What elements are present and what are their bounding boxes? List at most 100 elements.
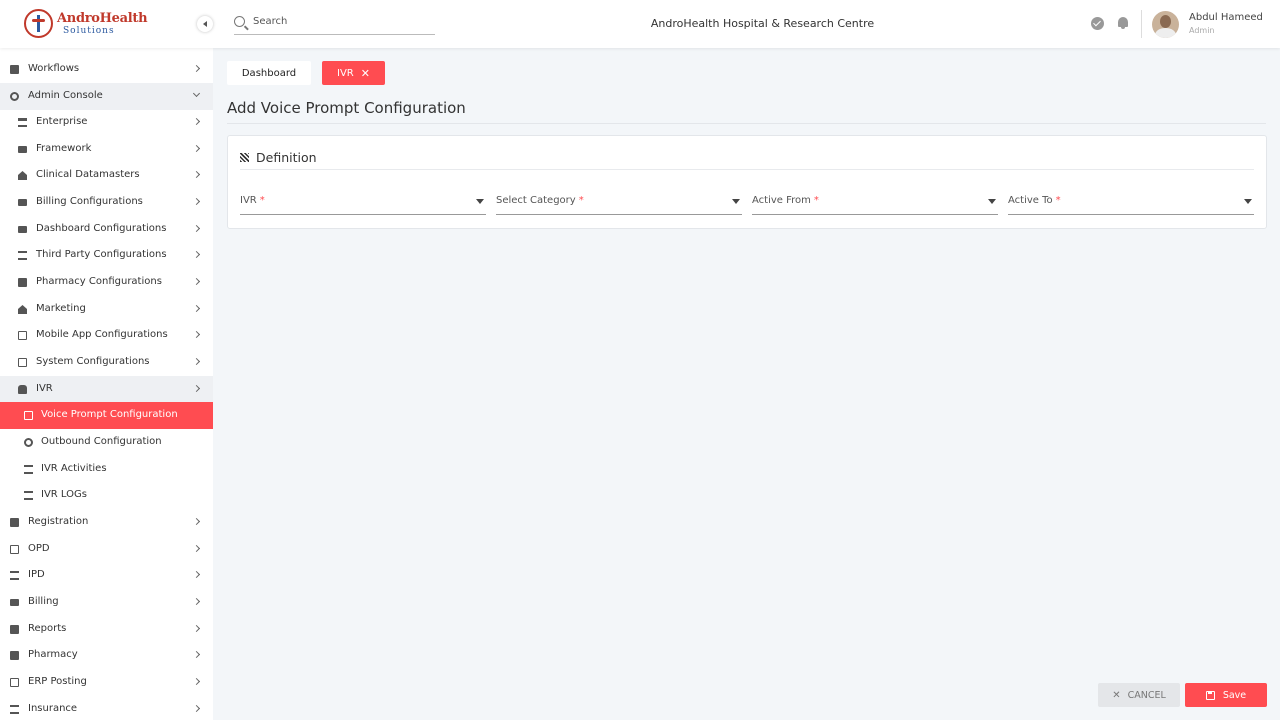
save-icon — [1205, 690, 1215, 700]
chevron-right-icon — [192, 170, 201, 179]
link-icon — [18, 251, 27, 260]
verified-check-icon[interactable] — [1091, 17, 1104, 30]
sidebar-item-insurance[interactable]: Insurance — [0, 696, 213, 720]
cancel-button[interactable]: ✕ CANCEL — [1098, 683, 1180, 707]
caret-down-icon — [988, 199, 996, 204]
chevron-left-icon — [203, 21, 207, 27]
chevron-right-icon — [192, 357, 201, 366]
ivr-select[interactable]: IVR * — [240, 190, 486, 215]
caduceus-logo-icon — [24, 9, 53, 38]
sidebar-item-opd[interactable]: OPD — [0, 536, 213, 563]
close-icon[interactable]: ✕ — [361, 67, 370, 80]
sidebar-item-admin-console[interactable]: Admin Console — [0, 83, 213, 110]
medkit-icon — [10, 651, 19, 660]
sidebar-item-reports[interactable]: Reports — [0, 616, 213, 643]
search-icon — [234, 16, 245, 27]
required-marker: * — [813, 195, 819, 206]
card-icon — [10, 599, 19, 606]
list-icon — [24, 491, 33, 500]
section-title: Definition — [256, 150, 317, 165]
document-icon — [24, 411, 33, 420]
tab-ivr[interactable]: IVR ✕ — [322, 61, 385, 85]
user-role: Admin — [1189, 26, 1215, 35]
chevron-right-icon — [192, 224, 201, 233]
sidebar-item-voice-prompt-configuration[interactable]: Voice Prompt Configuration — [0, 402, 213, 429]
sidebar-item-ivr-logs[interactable]: IVR LOGs — [0, 482, 213, 509]
presentation-icon — [10, 678, 19, 687]
gear-icon — [10, 92, 19, 101]
logo-subtitle: Solutions — [63, 25, 115, 36]
divider — [1141, 10, 1142, 38]
sidebar-item-marketing[interactable]: Marketing — [0, 296, 213, 323]
notification-bell-icon[interactable] — [1117, 17, 1129, 29]
divider — [227, 123, 1266, 124]
megaphone-icon — [18, 305, 27, 314]
caret-down-icon — [476, 199, 484, 204]
definition-icon — [240, 153, 249, 162]
sidebar-item-pharmacy[interactable]: Pharmacy — [0, 642, 213, 669]
active-to-select[interactable]: Active To * — [1008, 190, 1254, 215]
sidebar-item-pharmacy-configurations[interactable]: Pharmacy Configurations — [0, 269, 213, 296]
chevron-right-icon — [192, 64, 201, 73]
sidebar-item-ivr[interactable]: IVR — [0, 376, 213, 403]
logo[interactable]: AndroHealth Solutions — [24, 9, 148, 38]
family-icon — [10, 705, 19, 714]
field-label: Active To — [1008, 195, 1053, 206]
monitor-icon — [10, 65, 19, 74]
hand-icon — [18, 385, 27, 394]
category-select[interactable]: Select Category * — [496, 190, 742, 215]
chevron-right-icon — [192, 144, 201, 153]
card-icon — [18, 146, 27, 153]
sidebar-item-workflows[interactable]: Workflows — [0, 56, 213, 83]
chevron-right-icon — [192, 277, 201, 286]
active-from-select[interactable]: Active From * — [752, 190, 998, 215]
sidebar-item-ivr-activities[interactable]: IVR Activities — [0, 456, 213, 483]
search-input[interactable] — [253, 16, 423, 27]
chevron-right-icon — [192, 624, 201, 633]
sidebar-item-outbound-configuration[interactable]: Outbound Configuration — [0, 429, 213, 456]
sidebar-item-ipd[interactable]: IPD — [0, 562, 213, 589]
field-label: IVR — [240, 195, 257, 206]
card-icon — [18, 199, 27, 206]
chevron-right-icon — [192, 650, 201, 659]
definition-card: Definition IVR * Select Category * Active … — [227, 135, 1267, 229]
caret-down-icon — [1244, 199, 1252, 204]
sidebar-item-framework[interactable]: Framework — [0, 136, 213, 163]
chevron-right-icon — [192, 117, 201, 126]
section-header: Definition — [240, 150, 317, 165]
sidebar-item-billing[interactable]: Billing — [0, 589, 213, 616]
id-card-icon — [18, 358, 27, 367]
sidebar-item-third-party-configurations[interactable]: Third Party Configurations — [0, 242, 213, 269]
medkit-icon — [18, 278, 27, 287]
sidebar-item-dashboard-configurations[interactable]: Dashboard Configurations — [0, 216, 213, 243]
sidebar-item-system-configurations[interactable]: System Configurations — [0, 349, 213, 376]
sidebar-item-mobile-app-configurations[interactable]: Mobile App Configurations — [0, 322, 213, 349]
chevron-right-icon — [192, 197, 201, 206]
save-button[interactable]: Save — [1185, 683, 1267, 707]
card-icon — [18, 226, 27, 233]
user-name[interactable]: Abdul Hameed — [1189, 12, 1263, 23]
required-marker: * — [1055, 195, 1061, 206]
chevron-down-icon — [192, 89, 201, 98]
chevron-right-icon — [192, 330, 201, 339]
sidebar-item-billing-configurations[interactable]: Billing Configurations — [0, 189, 213, 216]
sidebar-item-erp-posting[interactable]: ERP Posting — [0, 669, 213, 696]
search-bar — [234, 9, 435, 35]
divider — [240, 169, 1254, 170]
page-title: Add Voice Prompt Configuration — [227, 99, 466, 117]
chevron-right-icon — [192, 597, 201, 606]
sidebar-item-registration[interactable]: Registration — [0, 509, 213, 536]
bed-icon — [10, 571, 19, 580]
sidebar-item-enterprise[interactable]: Enterprise — [0, 109, 213, 136]
caret-down-icon — [732, 199, 740, 204]
record-icon — [24, 438, 33, 447]
field-label: Active From — [752, 195, 811, 206]
tab-dashboard[interactable]: Dashboard — [227, 61, 311, 85]
bank-icon — [18, 118, 27, 127]
chevron-right-icon — [192, 704, 201, 713]
sidebar-item-clinical-datamasters[interactable]: Clinical Datamasters — [0, 162, 213, 189]
sidebar-collapse-button[interactable] — [197, 16, 213, 32]
phone-icon — [18, 331, 27, 340]
chevron-right-icon — [192, 677, 201, 686]
avatar[interactable] — [1152, 11, 1179, 38]
